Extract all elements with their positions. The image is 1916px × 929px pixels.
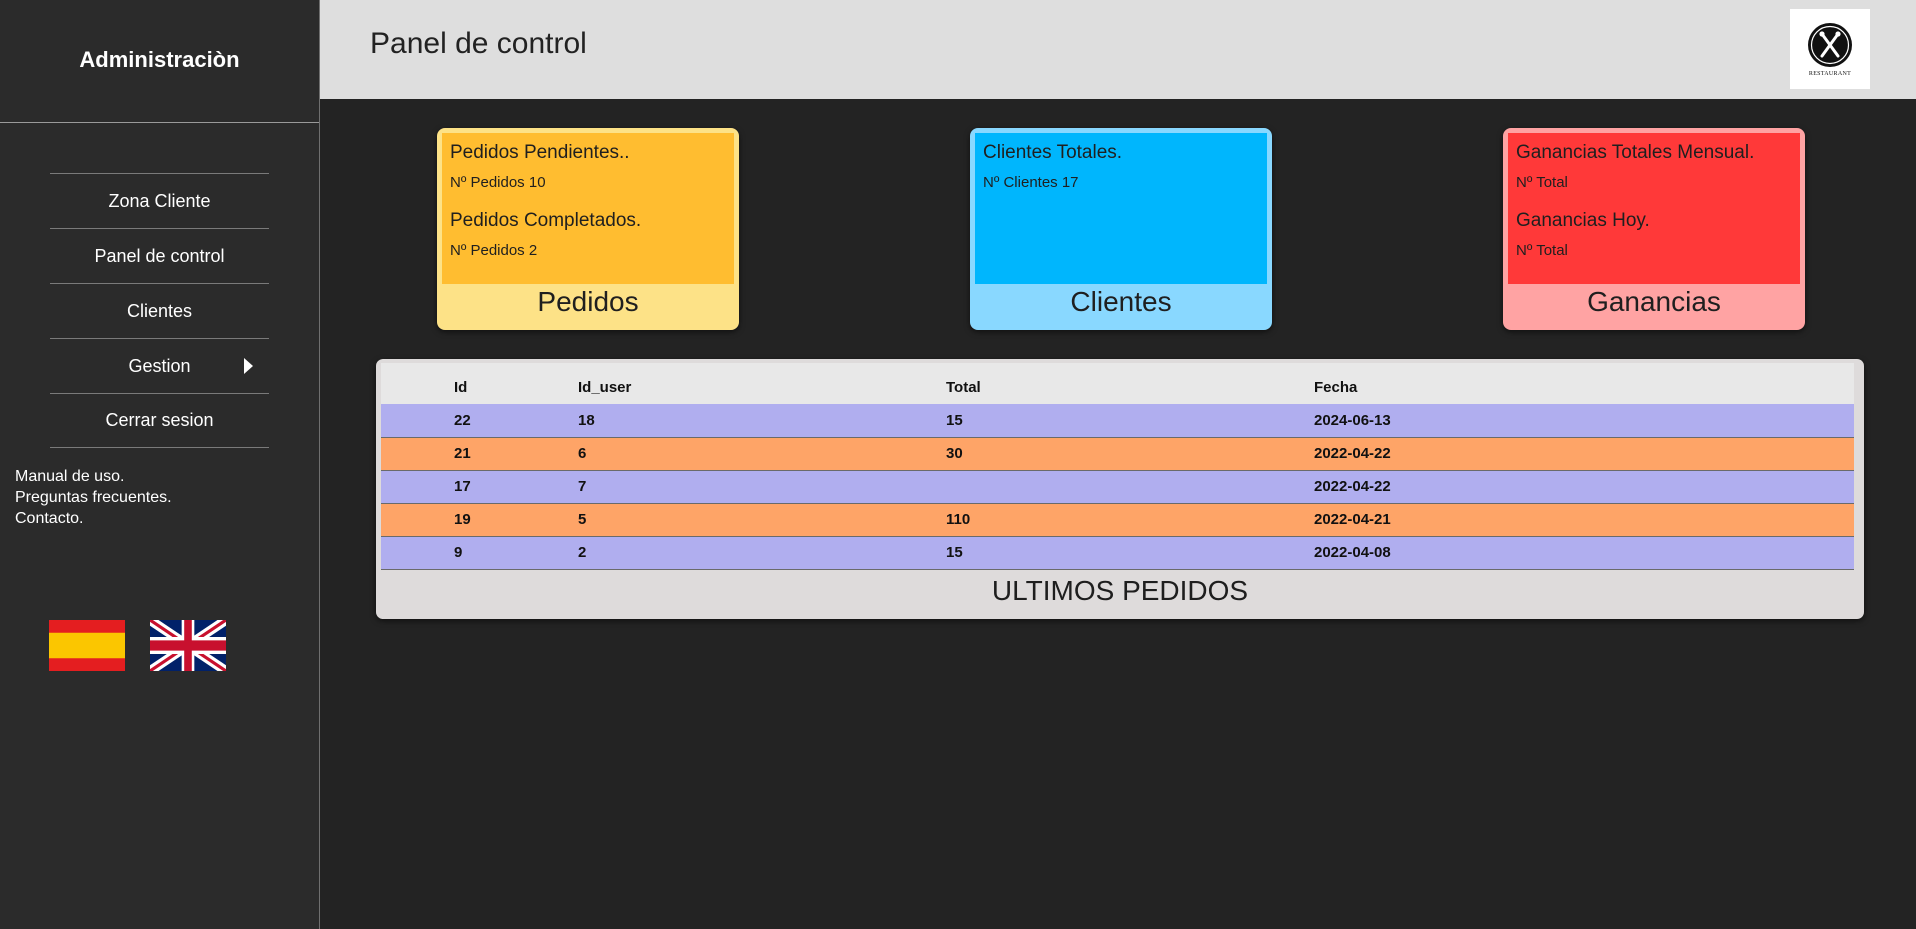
sidebar-title: Administraciòn — [0, 0, 319, 123]
spain-flag-icon[interactable] — [49, 620, 125, 671]
cell-fecha: 2022-04-22 — [1313, 470, 1854, 504]
nav-panel-de-control[interactable]: Panel de control — [50, 228, 269, 283]
faq-link[interactable]: Preguntas frecuentes. — [15, 487, 319, 508]
cell-id: 22 — [381, 404, 577, 438]
cell-id-user: 7 — [577, 470, 945, 504]
pedidos-card: Pedidos Pendientes.. Nº Pedidos 10 Pedid… — [437, 128, 739, 330]
completed-orders-title: Pedidos Completados. — [450, 210, 642, 231]
latest-orders-title: ULTIMOS PEDIDOS — [991, 574, 1249, 606]
nav-clientes[interactable]: Clientes — [50, 283, 269, 338]
total-clients-title: Clientes Totales. — [983, 142, 1123, 163]
cell-fecha: 2022-04-21 — [1313, 503, 1854, 537]
nav-label: Gestion — [128, 355, 191, 376]
table-row[interactable]: 19 5 110 2022-04-21 — [381, 503, 1854, 537]
help-links: Manual de uso. Preguntas frecuentes. Con… — [0, 466, 319, 529]
nav-zona-cliente[interactable]: Zona Cliente — [50, 173, 269, 228]
table-row[interactable]: 22 18 15 2024-06-13 — [381, 404, 1854, 438]
cell-fecha: 2022-04-22 — [1313, 437, 1854, 471]
ganancias-card: Ganancias Totales Mensual. Nº Total Gana… — [1503, 128, 1805, 330]
today-earnings-value: Nº Total — [1516, 242, 1568, 259]
cell-id-user: 2 — [577, 536, 945, 570]
clientes-card-title: Clientes — [1070, 286, 1172, 317]
manual-link[interactable]: Manual de uso. — [15, 466, 319, 487]
page-title: Panel de control — [370, 27, 587, 60]
top-header: Panel de control RESTAURANT — [320, 0, 1916, 99]
total-clients-count: Nº Clientes 17 — [983, 174, 1079, 191]
fork-knife-icon — [1808, 22, 1852, 67]
cell-fecha: 2024-06-13 — [1313, 404, 1854, 438]
cell-total: 15 — [945, 536, 1313, 570]
cell-id: 21 — [381, 437, 577, 471]
ganancias-card-body: Ganancias Totales Mensual. Nº Total Gana… — [1508, 133, 1800, 284]
column-header-total: Total — [945, 363, 1313, 404]
cell-total: 110 — [945, 503, 1313, 537]
column-header-id-user: Id_user — [577, 363, 945, 404]
cell-total: 30 — [945, 437, 1313, 471]
cell-id-user: 6 — [577, 437, 945, 471]
sidebar: Administraciòn Zona Cliente Panel de con… — [0, 0, 320, 929]
cell-id-user: 18 — [577, 404, 945, 438]
pending-orders-title: Pedidos Pendientes.. — [450, 142, 630, 163]
table-row[interactable]: 9 2 15 2022-04-08 — [381, 536, 1854, 570]
latest-orders-card: Id Id_user Total Fecha 22 18 15 2024-06-… — [376, 359, 1864, 619]
nav-label: Zona Cliente — [108, 190, 211, 211]
table-row[interactable]: 17 7 2022-04-22 — [381, 470, 1854, 504]
language-selector — [49, 620, 226, 671]
sidebar-nav: Zona Cliente Panel de control Clientes G… — [0, 173, 319, 448]
column-header-id: Id — [381, 363, 577, 404]
cell-fecha: 2022-04-08 — [1313, 536, 1854, 570]
pedidos-card-body: Pedidos Pendientes.. Nº Pedidos 10 Pedid… — [442, 133, 734, 284]
cell-total: 15 — [945, 404, 1313, 438]
contact-link[interactable]: Contacto. — [15, 508, 319, 529]
cell-id: 19 — [381, 503, 577, 537]
clientes-card: Clientes Totales. Nº Clientes 17 Cliente… — [970, 128, 1272, 330]
cell-id: 9 — [381, 536, 577, 570]
today-earnings-title: Ganancias Hoy. — [1516, 210, 1650, 231]
monthly-earnings-title: Ganancias Totales Mensual. — [1516, 142, 1755, 163]
pedidos-card-title: Pedidos — [537, 286, 639, 317]
nav-cerrar-sesion[interactable]: Cerrar sesion — [50, 393, 269, 448]
cell-id-user: 5 — [577, 503, 945, 537]
completed-orders-count: Nº Pedidos 2 — [450, 242, 538, 259]
uk-flag-icon[interactable] — [150, 620, 226, 671]
cell-total — [945, 470, 1313, 504]
table-row[interactable]: 21 6 30 2022-04-22 — [381, 437, 1854, 471]
table-header-row: Id Id_user Total Fecha — [381, 363, 1854, 404]
cell-id: 17 — [381, 470, 577, 504]
clientes-card-body: Clientes Totales. Nº Clientes 17 — [975, 133, 1267, 284]
caret-right-icon — [244, 358, 253, 374]
nav-label: Cerrar sesion — [105, 410, 214, 430]
column-header-fecha: Fecha — [1313, 363, 1854, 404]
monthly-earnings-value: Nº Total — [1516, 174, 1568, 191]
nav-label: Clientes — [126, 300, 193, 321]
orders-table: Id Id_user Total Fecha 22 18 15 2024-06-… — [381, 363, 1854, 570]
logo-text: RESTAURANT — [1808, 70, 1852, 77]
restaurant-logo[interactable]: RESTAURANT — [1790, 9, 1870, 89]
nav-gestion[interactable]: Gestion — [50, 338, 269, 393]
nav-label: Panel de control — [94, 245, 225, 266]
ganancias-card-title: Ganancias — [1587, 286, 1721, 317]
pending-orders-count: Nº Pedidos 10 — [450, 174, 546, 191]
